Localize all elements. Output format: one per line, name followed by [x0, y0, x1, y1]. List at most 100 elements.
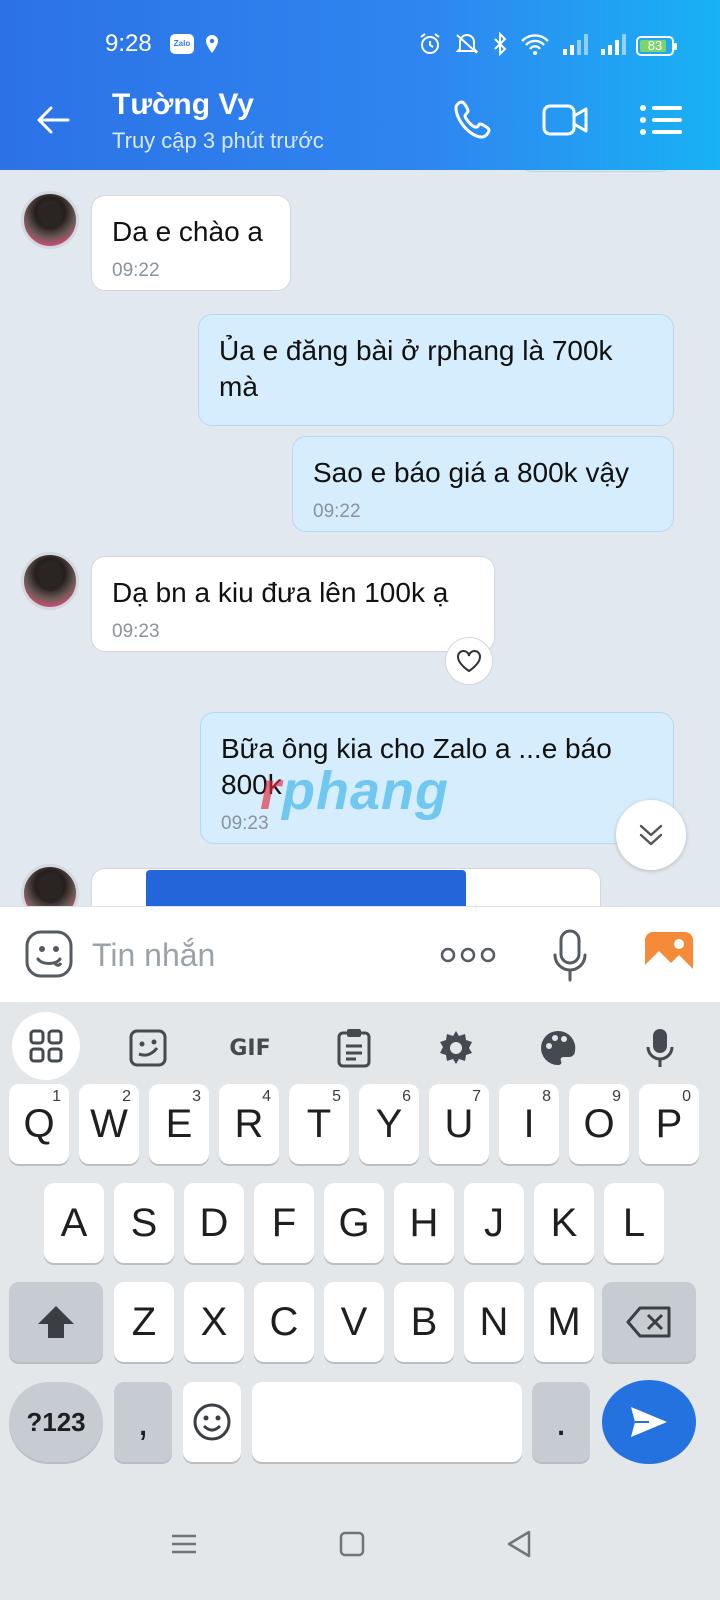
message-input[interactable]: [92, 927, 412, 983]
key-h[interactable]: H: [394, 1183, 454, 1263]
clipboard-icon: [337, 1029, 371, 1068]
message-text: Da e chào a: [112, 216, 263, 247]
sticker-button[interactable]: [116, 1016, 180, 1080]
symbols-key[interactable]: ?123: [9, 1382, 103, 1462]
battery-indicator: 83: [636, 36, 677, 56]
gif-button[interactable]: GIF: [218, 1016, 282, 1080]
wifi-icon: [521, 34, 549, 55]
status-bar: 9:28 Zalo 83: [0, 0, 720, 72]
menu-list-icon[interactable]: [638, 98, 686, 142]
space-key[interactable]: [252, 1382, 522, 1462]
battery-level: 83: [647, 38, 663, 53]
key-o[interactable]: O9: [569, 1084, 629, 1164]
message-list[interactable]: Da e chào a 09:22 Ủa e đăng bài ở rphang…: [0, 170, 720, 906]
key-q[interactable]: Q1: [9, 1084, 69, 1164]
send-button[interactable]: [602, 1380, 696, 1464]
contact-avatar[interactable]: [21, 864, 79, 906]
contact-last-seen: Truy cập 3 phút trước: [112, 128, 324, 153]
system-navigation-bar: [0, 1488, 720, 1600]
key-r[interactable]: R4: [219, 1084, 279, 1164]
message-bubble-outgoing[interactable]: Sao e báo giá a 800k vậy 09:22: [292, 436, 674, 532]
contact-avatar[interactable]: [21, 191, 79, 249]
sticker-icon: [129, 1029, 167, 1067]
message-text: Sao e báo giá a 800k vậy: [313, 457, 630, 488]
emoji-key[interactable]: [183, 1382, 241, 1462]
settings-button[interactable]: [424, 1016, 488, 1080]
key-u[interactable]: U7: [429, 1084, 489, 1164]
back-arrow-icon[interactable]: [34, 100, 74, 140]
key-e[interactable]: E3: [149, 1084, 209, 1164]
gear-icon: [440, 1031, 472, 1064]
message-time: 09:22: [313, 501, 361, 522]
clipboard-button[interactable]: [322, 1016, 386, 1080]
status-icons: [418, 30, 626, 58]
watermark-logo: rphang: [260, 761, 449, 821]
signal-icon-2: [601, 34, 626, 55]
backspace-icon: [626, 1306, 671, 1338]
key-v[interactable]: V: [324, 1282, 384, 1362]
key-f[interactable]: F: [254, 1183, 314, 1263]
key-b[interactable]: B: [394, 1282, 454, 1362]
recent-apps-icon[interactable]: [168, 1528, 200, 1560]
key-z[interactable]: Z: [114, 1282, 174, 1362]
key-k[interactable]: K: [534, 1183, 594, 1263]
message-text: Dạ bn a kiu đưa lên 100k ạ: [112, 577, 449, 608]
comma-key[interactable]: ,: [114, 1382, 172, 1462]
video-call-icon[interactable]: [542, 98, 590, 142]
double-chevron-down-icon: [639, 824, 663, 846]
key-i[interactable]: I8: [499, 1084, 559, 1164]
alarm-icon: [420, 33, 440, 54]
key-y[interactable]: Y6: [359, 1084, 419, 1164]
message-bubble-partial: [518, 170, 674, 172]
send-arrow-icon: [631, 1407, 667, 1437]
period-key[interactable]: .: [532, 1382, 590, 1462]
back-triangle-icon[interactable]: [504, 1528, 536, 1560]
shared-card-preview[interactable]: [146, 870, 466, 906]
status-time: 9:28: [105, 30, 152, 57]
signal-icon-1: [563, 34, 588, 55]
sticker-emoji-icon[interactable]: [24, 929, 74, 979]
keyboard-toolbar: GIF: [0, 1002, 720, 1090]
message-bubble-outgoing[interactable]: Ủa e đăng bài ở rphang là 700k mà: [198, 314, 674, 426]
location-icon: [206, 35, 218, 53]
message-bubble-incoming[interactable]: Dạ bn a kiu đưa lên 100k ạ 09:23: [91, 556, 495, 652]
shift-key[interactable]: [9, 1282, 103, 1362]
zalo-notification-icon: Zalo: [170, 34, 194, 54]
heart-icon: [457, 650, 481, 673]
message-time: 09:23: [112, 621, 160, 642]
scroll-to-bottom-button[interactable]: [616, 800, 686, 870]
apps-grid-button[interactable]: [12, 1012, 80, 1080]
palette-icon: [541, 1030, 576, 1065]
contact-avatar[interactable]: [21, 552, 79, 610]
key-w[interactable]: W2: [79, 1084, 139, 1164]
key-m[interactable]: M: [534, 1282, 594, 1362]
more-options-icon[interactable]: [440, 943, 496, 967]
key-n[interactable]: N: [464, 1282, 524, 1362]
theme-button[interactable]: [526, 1016, 590, 1080]
bluetooth-icon: [494, 32, 507, 56]
key-l[interactable]: L: [604, 1183, 664, 1263]
key-t[interactable]: T5: [289, 1084, 349, 1164]
voice-input-button[interactable]: [628, 1016, 692, 1080]
home-icon[interactable]: [336, 1528, 368, 1560]
key-x[interactable]: X: [184, 1282, 244, 1362]
microphone-icon[interactable]: [552, 929, 588, 983]
key-g[interactable]: G: [324, 1183, 384, 1263]
contact-name[interactable]: Tường Vy: [112, 88, 254, 122]
image-gallery-icon[interactable]: [644, 931, 694, 977]
message-bubble-incoming[interactable]: Da e chào a 09:22: [91, 195, 291, 291]
message-composer: [0, 906, 720, 1002]
backspace-key[interactable]: [602, 1282, 696, 1362]
message-time: 09:22: [112, 260, 160, 281]
smiley-icon: [193, 1403, 231, 1441]
key-s[interactable]: S: [114, 1183, 174, 1263]
key-j[interactable]: J: [464, 1183, 524, 1263]
mute-icon: [455, 34, 479, 54]
react-heart-button[interactable]: [445, 637, 493, 685]
key-a[interactable]: A: [44, 1183, 104, 1263]
phone-call-icon[interactable]: [450, 98, 498, 142]
key-p[interactable]: P0: [639, 1084, 699, 1164]
key-d[interactable]: D: [184, 1183, 244, 1263]
chat-header: Tường Vy Truy cập 3 phút trước: [0, 72, 720, 170]
key-c[interactable]: C: [254, 1282, 314, 1362]
